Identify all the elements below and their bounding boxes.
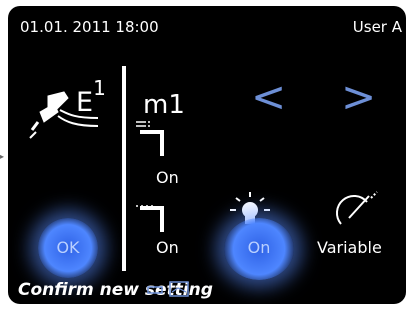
next-mode-button[interactable]: > — [341, 76, 376, 118]
divider-line — [122, 66, 126, 271]
mode-label: m1 — [143, 90, 185, 120]
speed-label[interactable]: Variable — [317, 238, 382, 257]
light-state: On — [247, 238, 271, 257]
air-icon[interactable] — [134, 200, 170, 238]
user-name: User A — [352, 18, 402, 36]
speed-gauge-icon[interactable] — [335, 190, 379, 230]
instrument-label: E1 — [76, 76, 106, 118]
light-toggle-button[interactable]: On — [224, 218, 294, 280]
previous-mode-button[interactable]: < — [251, 76, 286, 118]
page-edge-marker: ▸ — [0, 152, 5, 161]
ok-button[interactable]: OK — [38, 218, 98, 278]
spray-state[interactable]: On — [156, 168, 179, 187]
device-screen: 01.01. 2011 18:00 User A E1 m1 < > On On… — [8, 6, 406, 304]
air-state[interactable]: On — [156, 238, 179, 257]
ok-button-label: OK — [56, 238, 80, 257]
instrument-index: 1 — [93, 76, 106, 100]
date-time: 01.01. 2011 18:00 — [20, 18, 159, 36]
instrument-letter: E — [76, 87, 94, 118]
status-indicator-icons — [146, 280, 196, 304]
spray-icon[interactable] — [134, 118, 170, 162]
